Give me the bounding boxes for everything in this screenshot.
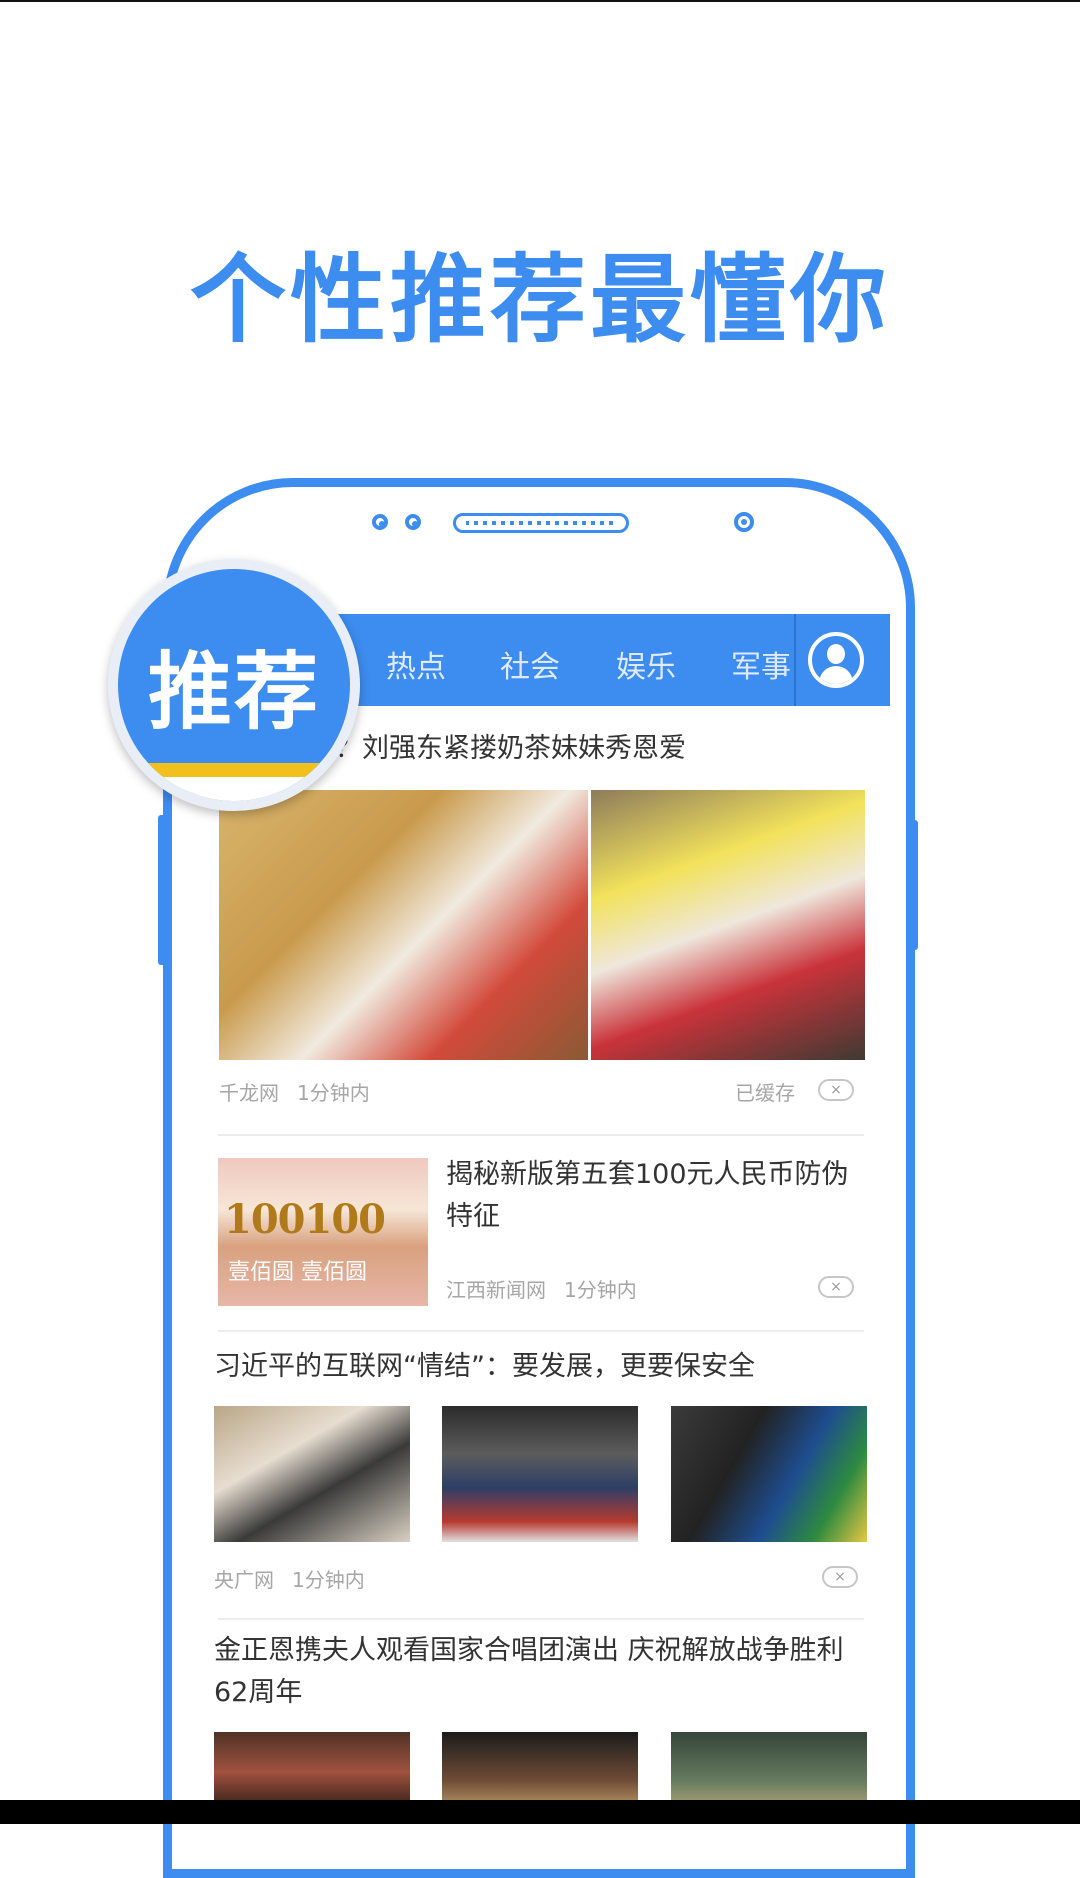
bottom-bar <box>0 1800 1080 1824</box>
phone-camera <box>734 512 754 532</box>
phone-speaker <box>453 513 629 533</box>
dismiss-button[interactable]: × <box>818 1276 854 1298</box>
cached-status: 已缓存 <box>735 1081 795 1105</box>
tab-society[interactable]: 社会 <box>500 642 560 686</box>
tab-divider <box>794 614 796 706</box>
article-time: 1分钟内 <box>292 1568 365 1592</box>
phone-sensor-2 <box>405 514 421 530</box>
article-image-3b[interactable] <box>442 1406 638 1542</box>
article-time: 1分钟内 <box>297 1081 370 1105</box>
dismiss-button[interactable]: × <box>822 1566 858 1588</box>
article-meta-1: 千龙网 1分钟内 <box>219 1077 388 1106</box>
article-source: 千龙网 <box>219 1081 279 1105</box>
banknote-marks: 壹佰圆 壹佰圆 <box>228 1260 367 1285</box>
article-meta-3: 央广网 1分钟内 <box>214 1564 383 1593</box>
headline: 个性推荐最懂你 <box>190 244 890 356</box>
tab-military[interactable]: 军事 <box>731 642 791 686</box>
phone-side-button-left <box>158 815 166 965</box>
dismiss-button[interactable]: × <box>818 1079 854 1101</box>
badge-label: 推荐 <box>147 643 320 741</box>
article-source: 央广网 <box>214 1568 274 1592</box>
article-image-4c[interactable] <box>671 1732 867 1800</box>
phone-sensor-1 <box>372 514 388 530</box>
article-title-4[interactable]: 金正恩携夫人观看国家合唱团演出 庆祝解放战争胜利62周年 <box>214 1630 864 1714</box>
article-title-2[interactable]: 揭秘新版第五套100元人民币防伪特征 <box>446 1154 864 1238</box>
tab-entertainment[interactable]: 娱乐 <box>616 642 676 686</box>
top-edge-line <box>0 0 1080 2</box>
article-image-1a[interactable] <box>219 790 588 1060</box>
article-source: 江西新闻网 <box>446 1278 546 1302</box>
phone-side-button-right <box>910 820 918 950</box>
recommend-badge: 推荐 <box>108 559 360 811</box>
banknote-text: 100100 <box>224 1196 386 1243</box>
article-image-3a[interactable] <box>214 1406 410 1542</box>
article-image-1b[interactable] <box>591 790 865 1060</box>
user-avatar-icon[interactable] <box>808 632 864 688</box>
separator <box>218 1618 864 1620</box>
article-thumbnail-2[interactable]: 100100 壹佰圆 壹佰圆 <box>218 1158 428 1306</box>
article-title-1[interactable]: 人？刘强东紧搂奶茶妹妹秀恩爱 <box>308 728 686 770</box>
badge-stripe <box>118 763 350 777</box>
separator <box>218 1330 864 1332</box>
article-image-4a[interactable] <box>214 1732 410 1800</box>
separator <box>218 1134 864 1136</box>
tab-hot[interactable]: 热点 <box>386 642 446 686</box>
article-title-3[interactable]: 习近平的互联网“情结”：要发展，更要保安全 <box>214 1346 755 1388</box>
article-time: 1分钟内 <box>564 1278 637 1302</box>
article-image-3c[interactable] <box>671 1406 867 1542</box>
article-image-4b[interactable] <box>442 1732 638 1800</box>
article-meta-2: 江西新闻网 1分钟内 <box>446 1274 655 1303</box>
